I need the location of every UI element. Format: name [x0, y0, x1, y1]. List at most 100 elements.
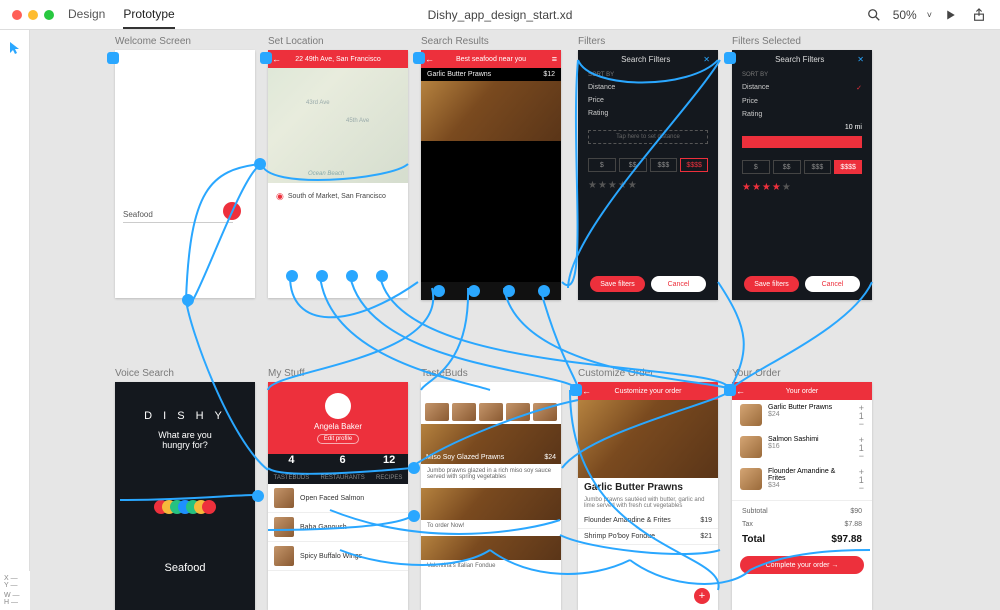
- price-tier-2[interactable]: $$: [773, 160, 801, 174]
- cancel-filters-button[interactable]: Cancel: [651, 276, 706, 292]
- artboard-search-results[interactable]: ← Best seafood near you ≡ Garlic Butter …: [421, 50, 561, 300]
- artboard-label[interactable]: Filters Selected: [732, 36, 801, 47]
- wire-anchor[interactable]: [182, 294, 194, 306]
- price-tier-4[interactable]: $$$$: [834, 160, 862, 174]
- search-icon[interactable]: [865, 6, 883, 24]
- wire-anchor[interactable]: [413, 52, 425, 64]
- save-filters-button[interactable]: Save filters: [590, 276, 645, 292]
- price-tier-2[interactable]: $$: [619, 158, 647, 172]
- quantity-stepper[interactable]: +1−: [859, 436, 864, 460]
- wire-anchor[interactable]: [260, 52, 272, 64]
- location-result[interactable]: South of Market, San Francisco: [288, 193, 386, 200]
- list-item[interactable]: Open Faced Salmon: [268, 484, 408, 513]
- story-thumb[interactable]: [425, 403, 449, 421]
- add-to-order-button[interactable]: +: [694, 588, 710, 604]
- price-tier-3[interactable]: $$$: [804, 160, 832, 174]
- wire-anchor[interactable]: [376, 270, 388, 282]
- artboard-your-order[interactable]: ← Your order Garlic Butter Prawns$24 +1−…: [732, 382, 872, 610]
- artboard-label[interactable]: Set Location: [268, 36, 324, 47]
- close-window-icon[interactable]: [12, 10, 22, 20]
- order-line-item[interactable]: Garlic Butter Prawns$24 +1−: [732, 400, 872, 432]
- back-arrow-icon[interactable]: ←: [736, 386, 745, 396]
- artboard-label[interactable]: Search Results: [421, 36, 489, 47]
- sort-distance[interactable]: Distance✓: [732, 81, 872, 95]
- share-icon[interactable]: [970, 6, 988, 24]
- price-tier-3[interactable]: $$$: [650, 158, 678, 172]
- rating-stars[interactable]: ★★★★★: [732, 178, 872, 197]
- tab-anchor[interactable]: [503, 285, 515, 297]
- artboard-voice-search[interactable]: D I S H Y What are you hungry for? Seafo…: [115, 382, 255, 610]
- zoom-chevron-icon[interactable]: ˅: [927, 10, 932, 20]
- close-icon[interactable]: ✕: [703, 55, 710, 64]
- price-tier-4[interactable]: $$$$: [680, 158, 708, 172]
- artboard-label[interactable]: Filters: [578, 36, 605, 47]
- artboard-customize[interactable]: ← Customize your order Garlic Butter Pra…: [578, 382, 718, 610]
- distance-slider-hint[interactable]: Tap here to set distance: [588, 130, 708, 144]
- save-filters-button[interactable]: Save filters: [744, 276, 799, 292]
- order-line-item[interactable]: Flounder Amandine & Frites$34 +1−: [732, 464, 872, 496]
- price-tier-1[interactable]: $: [742, 160, 770, 174]
- pointer-tool-icon[interactable]: [7, 40, 23, 56]
- artboard-welcome[interactable]: Seafood: [115, 50, 255, 298]
- cancel-filters-button[interactable]: Cancel: [805, 276, 860, 292]
- artboard-label[interactable]: Your Order: [732, 368, 781, 379]
- play-preview-icon[interactable]: [942, 6, 960, 24]
- back-arrow-icon[interactable]: ←: [425, 54, 434, 64]
- window-traffic-lights[interactable]: [12, 10, 54, 20]
- wire-anchor[interactable]: [316, 270, 328, 282]
- quantity-stepper[interactable]: +1−: [859, 468, 864, 492]
- maximize-window-icon[interactable]: [44, 10, 54, 20]
- list-item[interactable]: Spicy Buffalo Wings: [268, 542, 408, 571]
- artboard-tastebuds[interactable]: Miso Soy Glazed Prawns $24 Jumbo prawns …: [421, 382, 561, 610]
- sort-distance[interactable]: Distance: [578, 81, 718, 94]
- order-line-item[interactable]: Salmon Sashimi$16 +1−: [732, 432, 872, 464]
- story-thumb[interactable]: [479, 403, 503, 421]
- feed-dish-image[interactable]: Miso Soy Glazed Prawns $24: [421, 424, 561, 464]
- story-thumb[interactable]: [452, 403, 476, 421]
- list-item[interactable]: Baba Ganoush: [268, 513, 408, 542]
- story-thumb[interactable]: [506, 403, 530, 421]
- feed-dish-image[interactable]: [421, 488, 561, 520]
- tab-prototype[interactable]: Prototype: [123, 1, 174, 29]
- wire-anchor[interactable]: [408, 510, 420, 522]
- wire-anchor[interactable]: [254, 158, 266, 170]
- feed-dish-image[interactable]: [421, 536, 561, 560]
- story-thumb[interactable]: [533, 403, 557, 421]
- minimize-window-icon[interactable]: [28, 10, 38, 20]
- dish-image[interactable]: [421, 81, 561, 141]
- wire-anchor[interactable]: [724, 384, 736, 396]
- artboard-label[interactable]: Voice Search: [115, 368, 174, 379]
- close-icon[interactable]: ✕: [857, 55, 864, 64]
- sort-price[interactable]: Price: [732, 95, 872, 108]
- complete-order-button[interactable]: Complete your order →: [740, 556, 864, 574]
- filter-icon[interactable]: ≡: [552, 54, 557, 64]
- stat-restaurants[interactable]: 6RESTAURANTS: [320, 454, 364, 484]
- back-arrow-icon[interactable]: ←: [272, 54, 281, 64]
- prototype-canvas[interactable]: Welcome Screen Set Location Search Resul…: [30, 30, 1000, 610]
- rating-stars[interactable]: ★★★★★: [578, 176, 718, 195]
- artboard-label[interactable]: Welcome Screen: [115, 36, 191, 47]
- wire-anchor[interactable]: [252, 490, 264, 502]
- distance-slider[interactable]: [742, 136, 862, 148]
- addon-option[interactable]: Flounder Amandine & Frites$19: [578, 513, 718, 529]
- tab-design[interactable]: Design: [68, 1, 105, 29]
- edit-profile-button[interactable]: Edit profile: [317, 434, 359, 444]
- wire-anchor[interactable]: [286, 270, 298, 282]
- result-item-name[interactable]: Garlic Butter Prawns: [427, 71, 491, 78]
- wire-anchor[interactable]: [408, 462, 420, 474]
- address-field[interactable]: 22 49th Ave, San Francisco: [295, 56, 380, 63]
- artboard-filters[interactable]: . Search Filters ✕ SORT BY Distance Pric…: [578, 50, 718, 300]
- artboard-label[interactable]: TasteBuds: [421, 368, 468, 379]
- voice-search-button[interactable]: [223, 202, 241, 220]
- artboard-label[interactable]: My Stuff: [268, 368, 305, 379]
- home-anchor-icon[interactable]: [107, 52, 119, 64]
- wire-anchor[interactable]: [724, 52, 736, 64]
- wire-anchor[interactable]: [346, 270, 358, 282]
- stat-tastebuds[interactable]: 4TASTEBUDS: [274, 454, 310, 484]
- sort-rating[interactable]: Rating: [578, 107, 718, 120]
- artboard-my-stuff[interactable]: Angela Baker Edit profile 4TASTEBUDS 6RE…: [268, 382, 408, 610]
- wire-anchor[interactable]: [570, 384, 582, 396]
- addon-option[interactable]: Shrimp Po'boy Fondue$21: [578, 529, 718, 545]
- stat-recipes[interactable]: 12RECIPES: [376, 454, 402, 484]
- artboard-label[interactable]: Customize Order: [578, 368, 654, 379]
